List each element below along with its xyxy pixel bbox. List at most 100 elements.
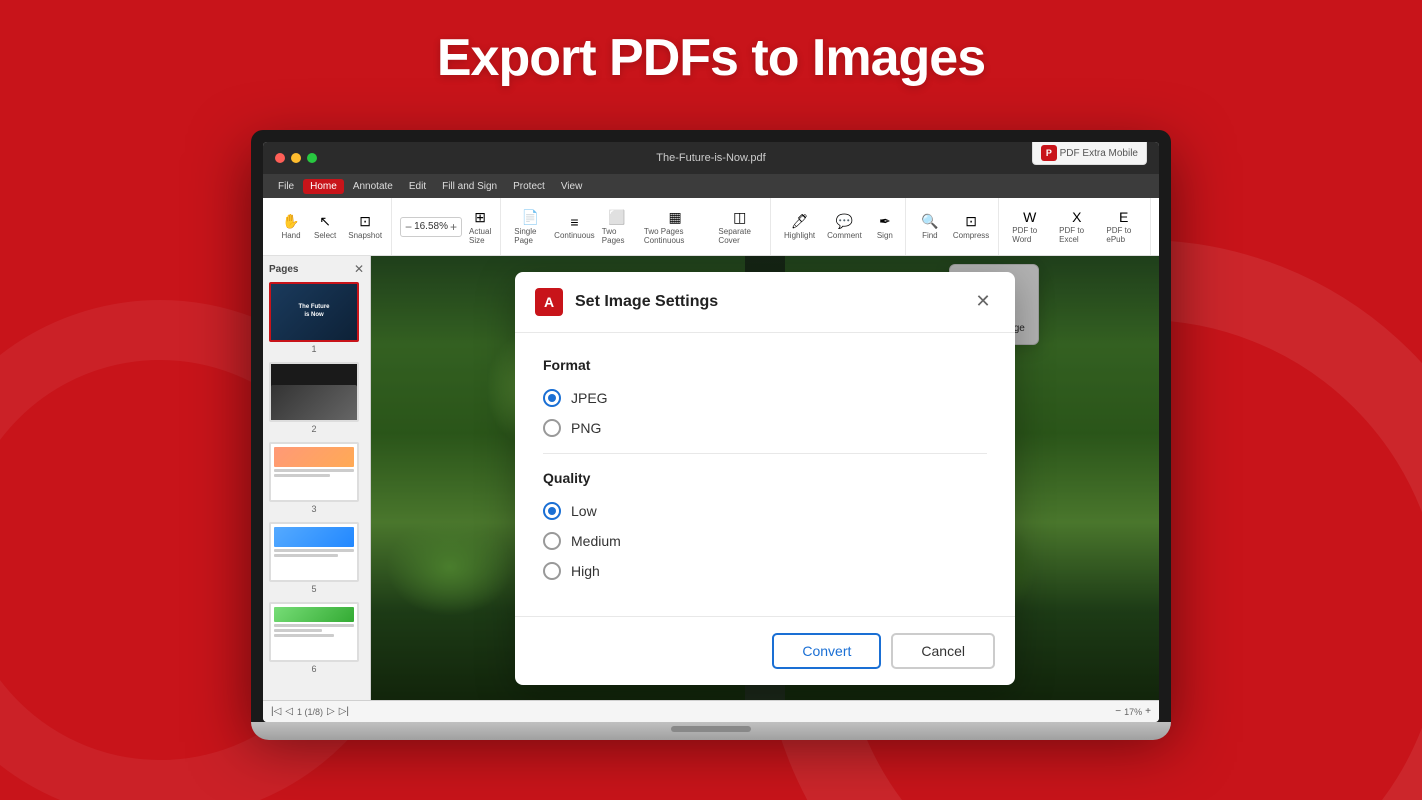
convert-button[interactable]: Convert bbox=[772, 633, 881, 669]
ribbon-sign[interactable]: ✒ Sign bbox=[869, 209, 901, 244]
thumb-num-1: 1 bbox=[269, 344, 359, 354]
page-title: Export PDFs to Images bbox=[0, 28, 1422, 88]
select-icon: ↖ bbox=[319, 213, 331, 230]
page-thumb-3[interactable]: 3 bbox=[269, 442, 359, 514]
quality-medium-radio[interactable] bbox=[543, 532, 561, 550]
quality-medium-label: Medium bbox=[571, 533, 621, 549]
ribbon-pdf-to-epub[interactable]: E PDF to ePub bbox=[1101, 205, 1146, 248]
quality-low-option[interactable]: Low bbox=[543, 502, 987, 520]
ribbon-select[interactable]: ↖ Select bbox=[309, 209, 341, 244]
ribbon-find[interactable]: 🔍 Find bbox=[914, 209, 946, 244]
zoom-in-status-btn[interactable]: + bbox=[1145, 706, 1151, 717]
modal-logo-letter: A bbox=[544, 294, 554, 310]
quality-medium-option[interactable]: Medium bbox=[543, 532, 987, 550]
page-thumb-6[interactable]: 6 bbox=[269, 602, 359, 674]
menu-protect[interactable]: Protect bbox=[506, 179, 552, 194]
app-tab: P PDF Extra Mobile bbox=[1032, 142, 1147, 165]
ribbon-pdf-to-word[interactable]: W PDF to Word bbox=[1007, 205, 1052, 248]
sidebar-close-btn[interactable]: ✕ bbox=[354, 262, 364, 276]
format-section-label: Format bbox=[543, 357, 987, 373]
ribbon-comment[interactable]: 💬 Comment bbox=[822, 209, 867, 244]
page-thumb-5[interactable]: 5 bbox=[269, 522, 359, 594]
modal-overlay: A Set Image Settings ✕ Format bbox=[371, 256, 1159, 700]
ribbon-two-pages-cont[interactable]: ▦ Two Pages Continuous bbox=[639, 205, 712, 249]
thumb-img-area-3 bbox=[274, 447, 354, 467]
format-jpeg-option[interactable]: JPEG bbox=[543, 389, 987, 407]
format-jpeg-radio[interactable] bbox=[543, 389, 561, 407]
menu-edit[interactable]: Edit bbox=[402, 179, 433, 194]
cancel-button[interactable]: Cancel bbox=[891, 633, 995, 669]
app-window: The-Future-is-Now.pdf P PDF Extra Mobile… bbox=[263, 142, 1159, 722]
ribbon-compress[interactable]: ⊡ Compress bbox=[948, 209, 994, 244]
t3-line1 bbox=[274, 469, 354, 472]
ribbon-hand[interactable]: ✋ Hand bbox=[275, 209, 307, 244]
ribbon-two-pages[interactable]: ⬜ Two Pages bbox=[597, 205, 637, 249]
t3-line2 bbox=[274, 474, 330, 477]
quality-high-option[interactable]: High bbox=[543, 562, 987, 580]
ribbon-highlight[interactable]: 🖊 Highlight bbox=[779, 209, 820, 244]
nav-prev-btn[interactable]: ◁ bbox=[285, 706, 293, 717]
quality-high-label: High bbox=[571, 563, 600, 579]
status-bar: |◁ ◁ 1 (1/8) ▷ ▷| − 17% + bbox=[263, 700, 1159, 722]
zoom-control[interactable]: − 16.58% + bbox=[400, 217, 462, 237]
two-pages-label: Two Pages bbox=[602, 227, 632, 245]
menu-annotate[interactable]: Annotate bbox=[346, 179, 400, 194]
laptop-base bbox=[251, 722, 1171, 740]
page-thumb-2[interactable]: 2 bbox=[269, 362, 359, 434]
set-image-settings-dialog: A Set Image Settings ✕ Format bbox=[515, 272, 1015, 685]
maximize-btn[interactable] bbox=[307, 153, 317, 163]
pdf-to-excel-icon: X bbox=[1072, 209, 1081, 225]
pdf-to-word-label: PDF to Word bbox=[1012, 226, 1047, 244]
actual-size-icon: ⊞ bbox=[474, 209, 486, 226]
sidebar-title: Pages bbox=[269, 264, 298, 275]
t5-line1 bbox=[274, 549, 354, 552]
menu-file[interactable]: File bbox=[271, 179, 301, 194]
ribbon-single-page[interactable]: 📄 Single Page bbox=[509, 205, 552, 249]
ribbon-continuous[interactable]: ≡ Continuous bbox=[554, 210, 595, 244]
thumb-num-2: 2 bbox=[269, 424, 359, 434]
single-page-label: Single Page bbox=[514, 227, 547, 245]
close-btn[interactable] bbox=[275, 153, 285, 163]
page-thumb-1[interactable]: The Futureis Now 1 bbox=[269, 282, 359, 354]
title-filename: The-Future-is-Now.pdf bbox=[656, 152, 765, 164]
quality-high-radio[interactable] bbox=[543, 562, 561, 580]
menu-view[interactable]: View bbox=[554, 179, 590, 194]
page-info: 1 (1/8) bbox=[297, 707, 323, 717]
comment-label: Comment bbox=[827, 231, 862, 240]
t6-line3 bbox=[274, 634, 334, 637]
nav-first-btn[interactable]: |◁ bbox=[271, 706, 281, 717]
thumb-img-2 bbox=[269, 362, 359, 422]
snapshot-icon: ⊡ bbox=[359, 213, 371, 230]
compress-icon: ⊡ bbox=[965, 213, 977, 230]
thumb-text-1: The Futureis Now bbox=[299, 304, 330, 320]
modal-title: Set Image Settings bbox=[575, 293, 959, 311]
sign-label: Sign bbox=[877, 231, 893, 240]
status-right: − 17% + bbox=[1115, 706, 1151, 717]
zoom-out-status-btn[interactable]: − bbox=[1115, 706, 1121, 717]
laptop-bezel: The-Future-is-Now.pdf P PDF Extra Mobile… bbox=[251, 130, 1171, 722]
menu-fill-sign[interactable]: Fill and Sign bbox=[435, 179, 504, 194]
thumb-num-6: 6 bbox=[269, 664, 359, 674]
ribbon-actual-size[interactable]: ⊞ Actual Size bbox=[464, 205, 496, 249]
nav-last-btn[interactable]: ▷| bbox=[339, 706, 349, 717]
ribbon-sep-cover[interactable]: ◫ Separate Cover bbox=[713, 205, 766, 249]
modal-body: Format JPEG PNG bbox=[515, 333, 1015, 616]
zoom-in-btn[interactable]: + bbox=[450, 221, 457, 233]
modal-close-btn[interactable]: ✕ bbox=[971, 290, 995, 314]
menu-home[interactable]: Home bbox=[303, 179, 344, 194]
format-png-radio[interactable] bbox=[543, 419, 561, 437]
quality-low-radio[interactable] bbox=[543, 502, 561, 520]
thumb-img-area-6 bbox=[274, 607, 354, 622]
ribbon-snapshot[interactable]: ⊡ Snapshot bbox=[343, 209, 387, 244]
zoom-out-btn[interactable]: − bbox=[405, 221, 412, 233]
find-icon: 🔍 bbox=[921, 213, 938, 230]
minimize-btn[interactable] bbox=[291, 153, 301, 163]
modal-header: A Set Image Settings ✕ bbox=[515, 272, 1015, 333]
ribbon-pdf-to-excel[interactable]: X PDF to Excel bbox=[1054, 205, 1099, 248]
modal-footer: Convert Cancel bbox=[515, 616, 1015, 685]
nav-next-btn[interactable]: ▷ bbox=[327, 706, 335, 717]
format-png-label: PNG bbox=[571, 420, 601, 436]
pdf-to-epub-label: PDF to ePub bbox=[1106, 226, 1141, 244]
ribbon: ✋ Hand ↖ Select ⊡ Snapshot bbox=[263, 198, 1159, 256]
format-png-option[interactable]: PNG bbox=[543, 419, 987, 437]
